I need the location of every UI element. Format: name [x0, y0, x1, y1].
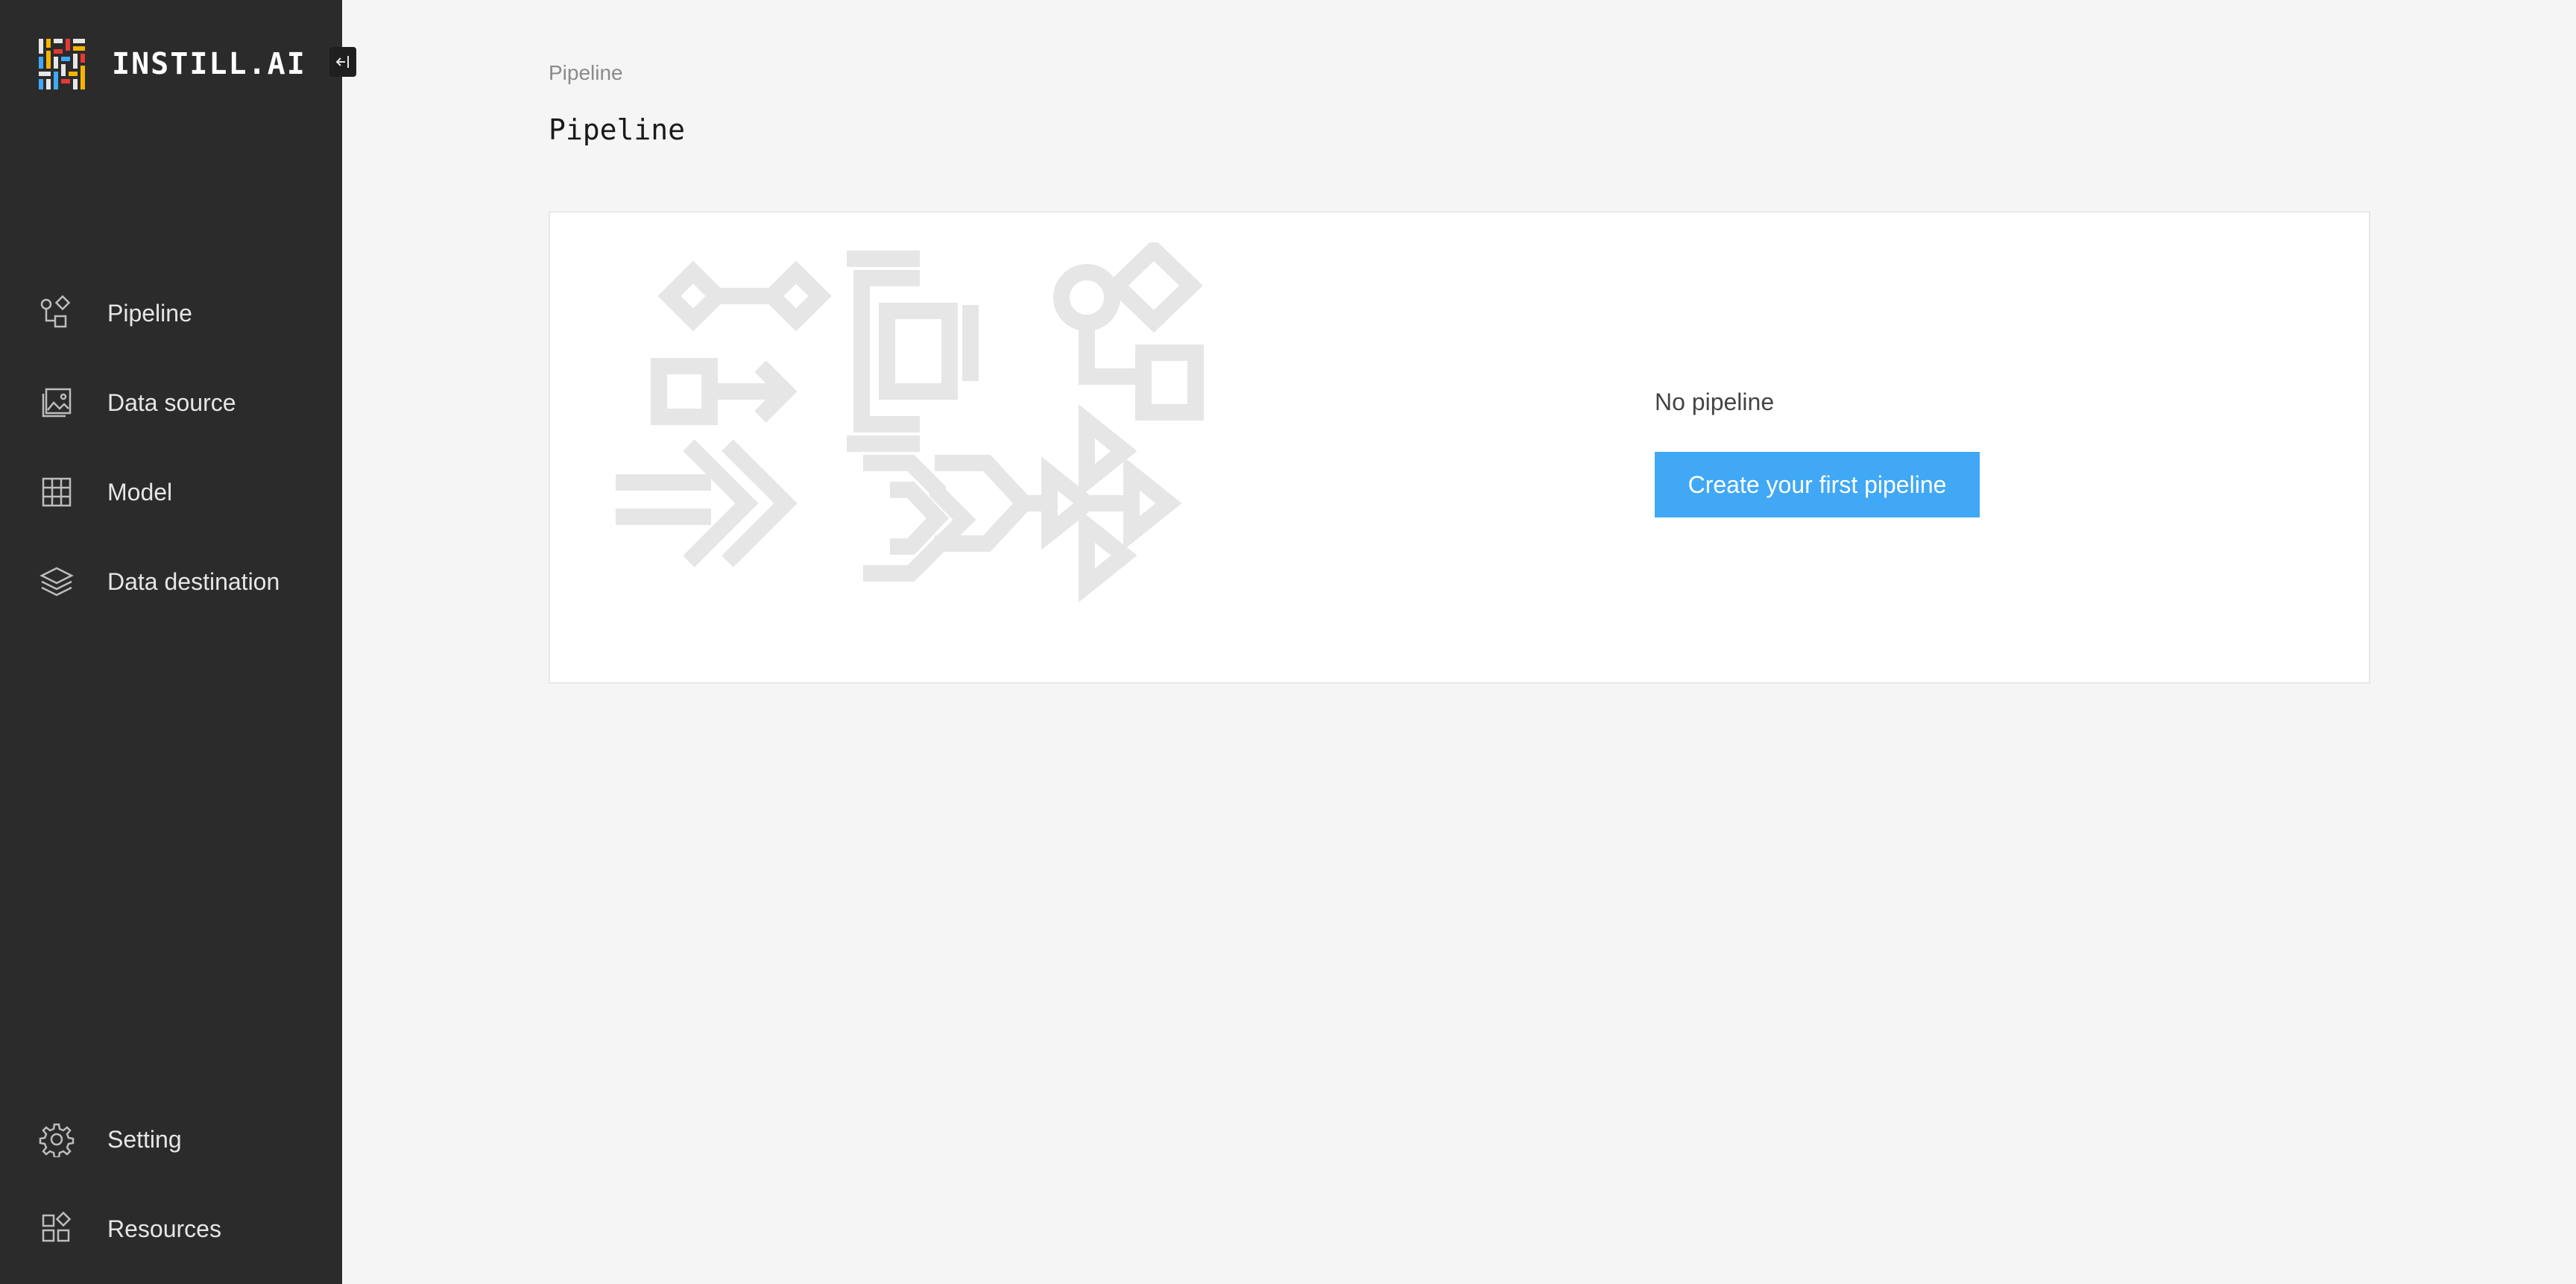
sidebar-item-data-destination[interactable]: Data destination: [0, 537, 342, 626]
instill-logo-icon: [36, 36, 92, 92]
resources-icon: [39, 1211, 75, 1247]
sidebar-item-label: Model: [107, 478, 173, 506]
pipeline-illustration-icon: [616, 242, 1204, 602]
data-source-icon: [39, 385, 75, 421]
sidebar-item-label: Setting: [107, 1125, 182, 1153]
brand-name: INSTILL.AI: [112, 47, 306, 81]
pipeline-icon: [39, 295, 75, 331]
empty-state-message: No pipeline: [1655, 388, 1775, 415]
collapse-sidebar-button[interactable]: [329, 47, 356, 77]
page-title: Pipeline: [549, 113, 686, 146]
sidebar-item-label: Data source: [107, 388, 236, 416]
sidebar-item-data-source[interactable]: Data source: [0, 358, 342, 447]
sidebar-bottom-nav: Setting Resources: [0, 1095, 342, 1274]
model-grid-icon: [39, 474, 75, 510]
sidebar-item-label: Pipeline: [107, 299, 192, 327]
sidebar-item-pipeline[interactable]: Pipeline: [0, 268, 342, 358]
sidebar-item-label: Resources: [107, 1215, 221, 1242]
layers-icon: [39, 564, 75, 599]
sidebar: INSTILL.AI Pipeline Data source Model Da…: [0, 0, 356, 1284]
gear-icon: [39, 1121, 75, 1157]
breadcrumb: Pipeline: [549, 61, 623, 84]
empty-state-panel: No pipeline Create your first pipeline: [549, 211, 2370, 684]
create-pipeline-button[interactable]: Create your first pipeline: [1655, 452, 1980, 517]
brand-logo[interactable]: INSTILL.AI: [36, 36, 306, 92]
sidebar-item-setting[interactable]: Setting: [0, 1095, 342, 1184]
sidebar-item-model[interactable]: Model: [0, 447, 342, 537]
sidebar-nav: Pipeline Data source Model Data destinat…: [0, 268, 342, 626]
sidebar-item-label: Data destination: [107, 567, 280, 595]
sidebar-item-resources[interactable]: Resources: [0, 1184, 342, 1274]
collapse-left-icon: [335, 56, 349, 68]
